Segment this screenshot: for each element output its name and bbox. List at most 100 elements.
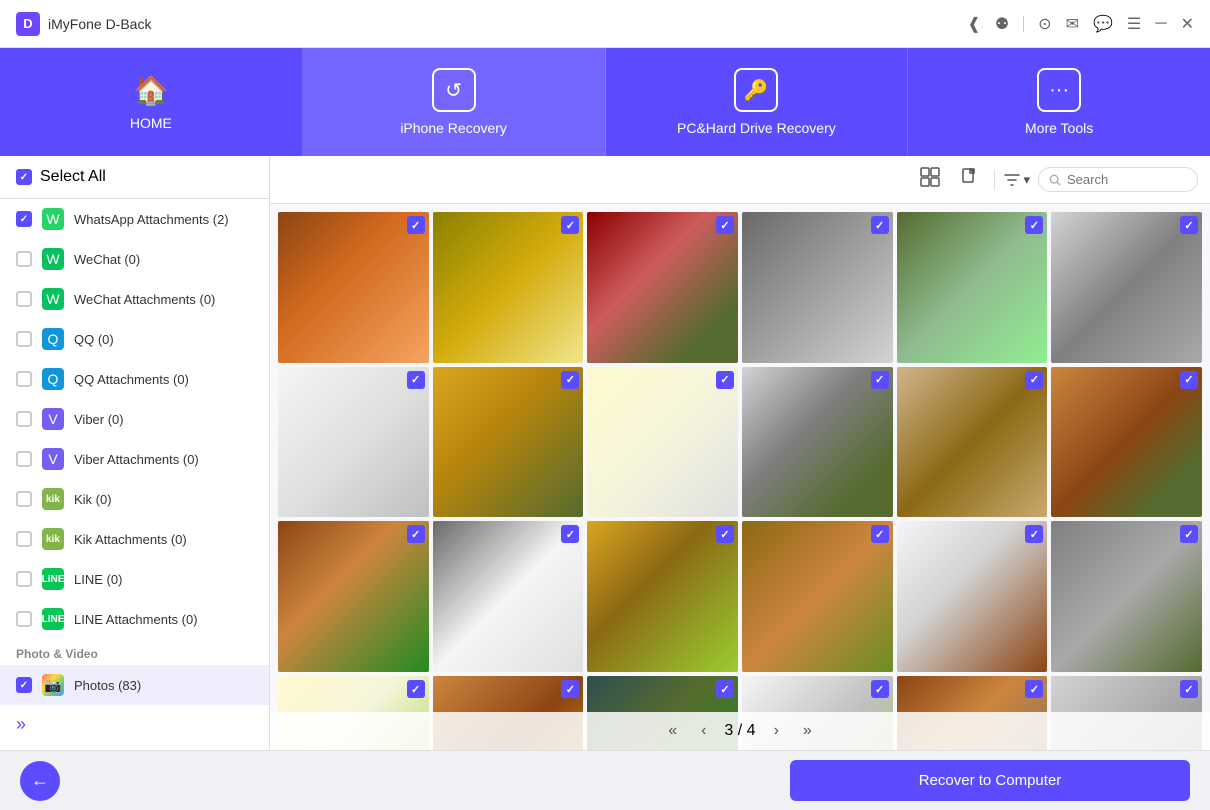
next-page-button[interactable]: ›: [768, 720, 785, 742]
wechat-attachments-checkbox[interactable]: [16, 291, 32, 307]
prev-page-button[interactable]: ‹: [695, 720, 712, 742]
search-input[interactable]: [1067, 172, 1187, 187]
menu-icon[interactable]: ☰: [1127, 14, 1141, 34]
sidebar-item-whatsapp-attachments[interactable]: W WhatsApp Attachments (2): [0, 199, 269, 239]
photo-item[interactable]: [742, 212, 893, 363]
tab-more-tools[interactable]: ··· More Tools: [908, 48, 1210, 156]
tab-iphone-label: iPhone Recovery: [400, 120, 507, 136]
first-page-button[interactable]: «: [662, 720, 683, 742]
tab-pc-recovery[interactable]: 🔑 PC&Hard Drive Recovery: [606, 48, 909, 156]
kik-attach-icon: kik: [42, 528, 64, 550]
photo-item[interactable]: [433, 521, 584, 672]
minimize-button[interactable]: ─: [1155, 15, 1166, 33]
location-icon[interactable]: ⊙: [1038, 14, 1051, 34]
sidebar-item-kik[interactable]: kik Kik (0): [0, 479, 269, 519]
photo-item[interactable]: [587, 521, 738, 672]
photo-item[interactable]: [897, 367, 1048, 518]
pagination: « ‹ 3 / 4 › »: [270, 712, 1210, 750]
photo-item[interactable]: [278, 212, 429, 363]
wechat-label: WeChat (0): [74, 252, 140, 267]
sidebar-item-wechat-attachments[interactable]: W WeChat Attachments (0): [0, 279, 269, 319]
sidebar-item-line[interactable]: LINE LINE (0): [0, 559, 269, 599]
viber-attach-icon: V: [42, 448, 64, 470]
tab-pc-label: PC&Hard Drive Recovery: [677, 120, 836, 136]
footer: ← Recover to Computer: [0, 750, 1210, 810]
user-icon[interactable]: ⚉: [995, 14, 1009, 34]
photo-item[interactable]: [587, 367, 738, 518]
content-area: ▾ « ‹ 3 / 4 › »: [270, 156, 1210, 750]
nav-tabs: 🏠 HOME ↺ iPhone Recovery 🔑 PC&Hard Drive…: [0, 48, 1210, 156]
toolbar-divider: [994, 170, 995, 190]
filter-button[interactable]: ▾: [1003, 171, 1030, 189]
tab-iphone-recovery[interactable]: ↺ iPhone Recovery: [303, 48, 606, 156]
recover-button[interactable]: Recover to Computer: [790, 760, 1190, 801]
chat-icon[interactable]: 💬: [1093, 14, 1113, 34]
sidebar-item-wechat[interactable]: W WeChat (0): [0, 239, 269, 279]
viber-checkbox[interactable]: [16, 411, 32, 427]
photos-label: Photos (83): [74, 678, 141, 693]
photo-item[interactable]: [1051, 212, 1202, 363]
photo-item[interactable]: [278, 367, 429, 518]
qq-label: QQ (0): [74, 332, 114, 347]
back-button[interactable]: ←: [20, 761, 60, 801]
line-checkbox[interactable]: [16, 571, 32, 587]
sidebar-item-kik-attachments[interactable]: kik Kik Attachments (0): [0, 519, 269, 559]
mail-icon[interactable]: ✉: [1066, 14, 1079, 34]
title-bar-controls: ❰ ⚉ ⊙ ✉ 💬 ☰ ─ ✕: [967, 14, 1194, 34]
sidebar-header[interactable]: Select All: [0, 156, 269, 199]
sidebar-item-line-attachments[interactable]: LINE LINE Attachments (0): [0, 599, 269, 639]
kik-checkbox[interactable]: [16, 491, 32, 507]
photo-item[interactable]: [897, 212, 1048, 363]
photos-checkbox[interactable]: [16, 677, 32, 693]
sidebar-item-viber-attachments[interactable]: V Viber Attachments (0): [0, 439, 269, 479]
line-attachments-label: LINE Attachments (0): [74, 612, 198, 627]
share-icon[interactable]: ❰: [967, 14, 980, 34]
kik-attachments-checkbox[interactable]: [16, 531, 32, 547]
app-name: iMyFone D-Back: [48, 16, 151, 32]
pc-recovery-icon: 🔑: [734, 68, 778, 112]
more-icon: »: [16, 714, 26, 735]
photo-item[interactable]: [587, 212, 738, 363]
photo-item[interactable]: [1051, 367, 1202, 518]
select-all-checkbox[interactable]: [16, 169, 32, 185]
line-attach-icon: LINE: [42, 608, 64, 630]
search-icon: [1049, 173, 1061, 187]
more-tools-icon: ···: [1037, 68, 1081, 112]
main-layout: Select All W WhatsApp Attachments (2) W …: [0, 156, 1210, 750]
wechat-attach-icon: W: [42, 288, 64, 310]
photo-video-section-label: Photo & Video: [0, 639, 269, 665]
wechat-checkbox[interactable]: [16, 251, 32, 267]
wechat-attachments-label: WeChat Attachments (0): [74, 292, 215, 307]
sidebar-item-more[interactable]: »: [0, 705, 269, 744]
qq-attachments-checkbox[interactable]: [16, 371, 32, 387]
whatsapp-icon: W: [42, 208, 64, 230]
photo-item[interactable]: [897, 521, 1048, 672]
viber-attachments-checkbox[interactable]: [16, 451, 32, 467]
iphone-recovery-icon: ↺: [432, 68, 476, 112]
qq-checkbox[interactable]: [16, 331, 32, 347]
home-icon: 🏠: [133, 74, 168, 107]
kik-attachments-label: Kik Attachments (0): [74, 532, 187, 547]
close-button[interactable]: ✕: [1181, 14, 1194, 34]
search-box[interactable]: [1038, 167, 1198, 192]
file-view-button[interactable]: [954, 163, 986, 196]
photo-item[interactable]: [278, 521, 429, 672]
photo-item[interactable]: [433, 212, 584, 363]
photos-icon: 📷: [42, 674, 64, 696]
grid-view-button[interactable]: [914, 163, 946, 196]
sidebar-item-qq[interactable]: Q QQ (0): [0, 319, 269, 359]
line-attachments-checkbox[interactable]: [16, 611, 32, 627]
sidebar-item-viber[interactable]: V Viber (0): [0, 399, 269, 439]
qq-icon: Q: [42, 328, 64, 350]
photo-item[interactable]: [742, 367, 893, 518]
sidebar-item-qq-attachments[interactable]: Q QQ Attachments (0): [0, 359, 269, 399]
tab-home[interactable]: 🏠 HOME: [0, 48, 303, 156]
photo-item[interactable]: [742, 521, 893, 672]
sidebar-item-photos[interactable]: 📷 Photos (83): [0, 665, 269, 705]
photo-item[interactable]: [433, 367, 584, 518]
whatsapp-attachments-checkbox[interactable]: [16, 211, 32, 227]
line-label: LINE (0): [74, 572, 122, 587]
last-page-button[interactable]: »: [797, 720, 818, 742]
photo-item[interactable]: [1051, 521, 1202, 672]
sidebar: Select All W WhatsApp Attachments (2) W …: [0, 156, 270, 750]
